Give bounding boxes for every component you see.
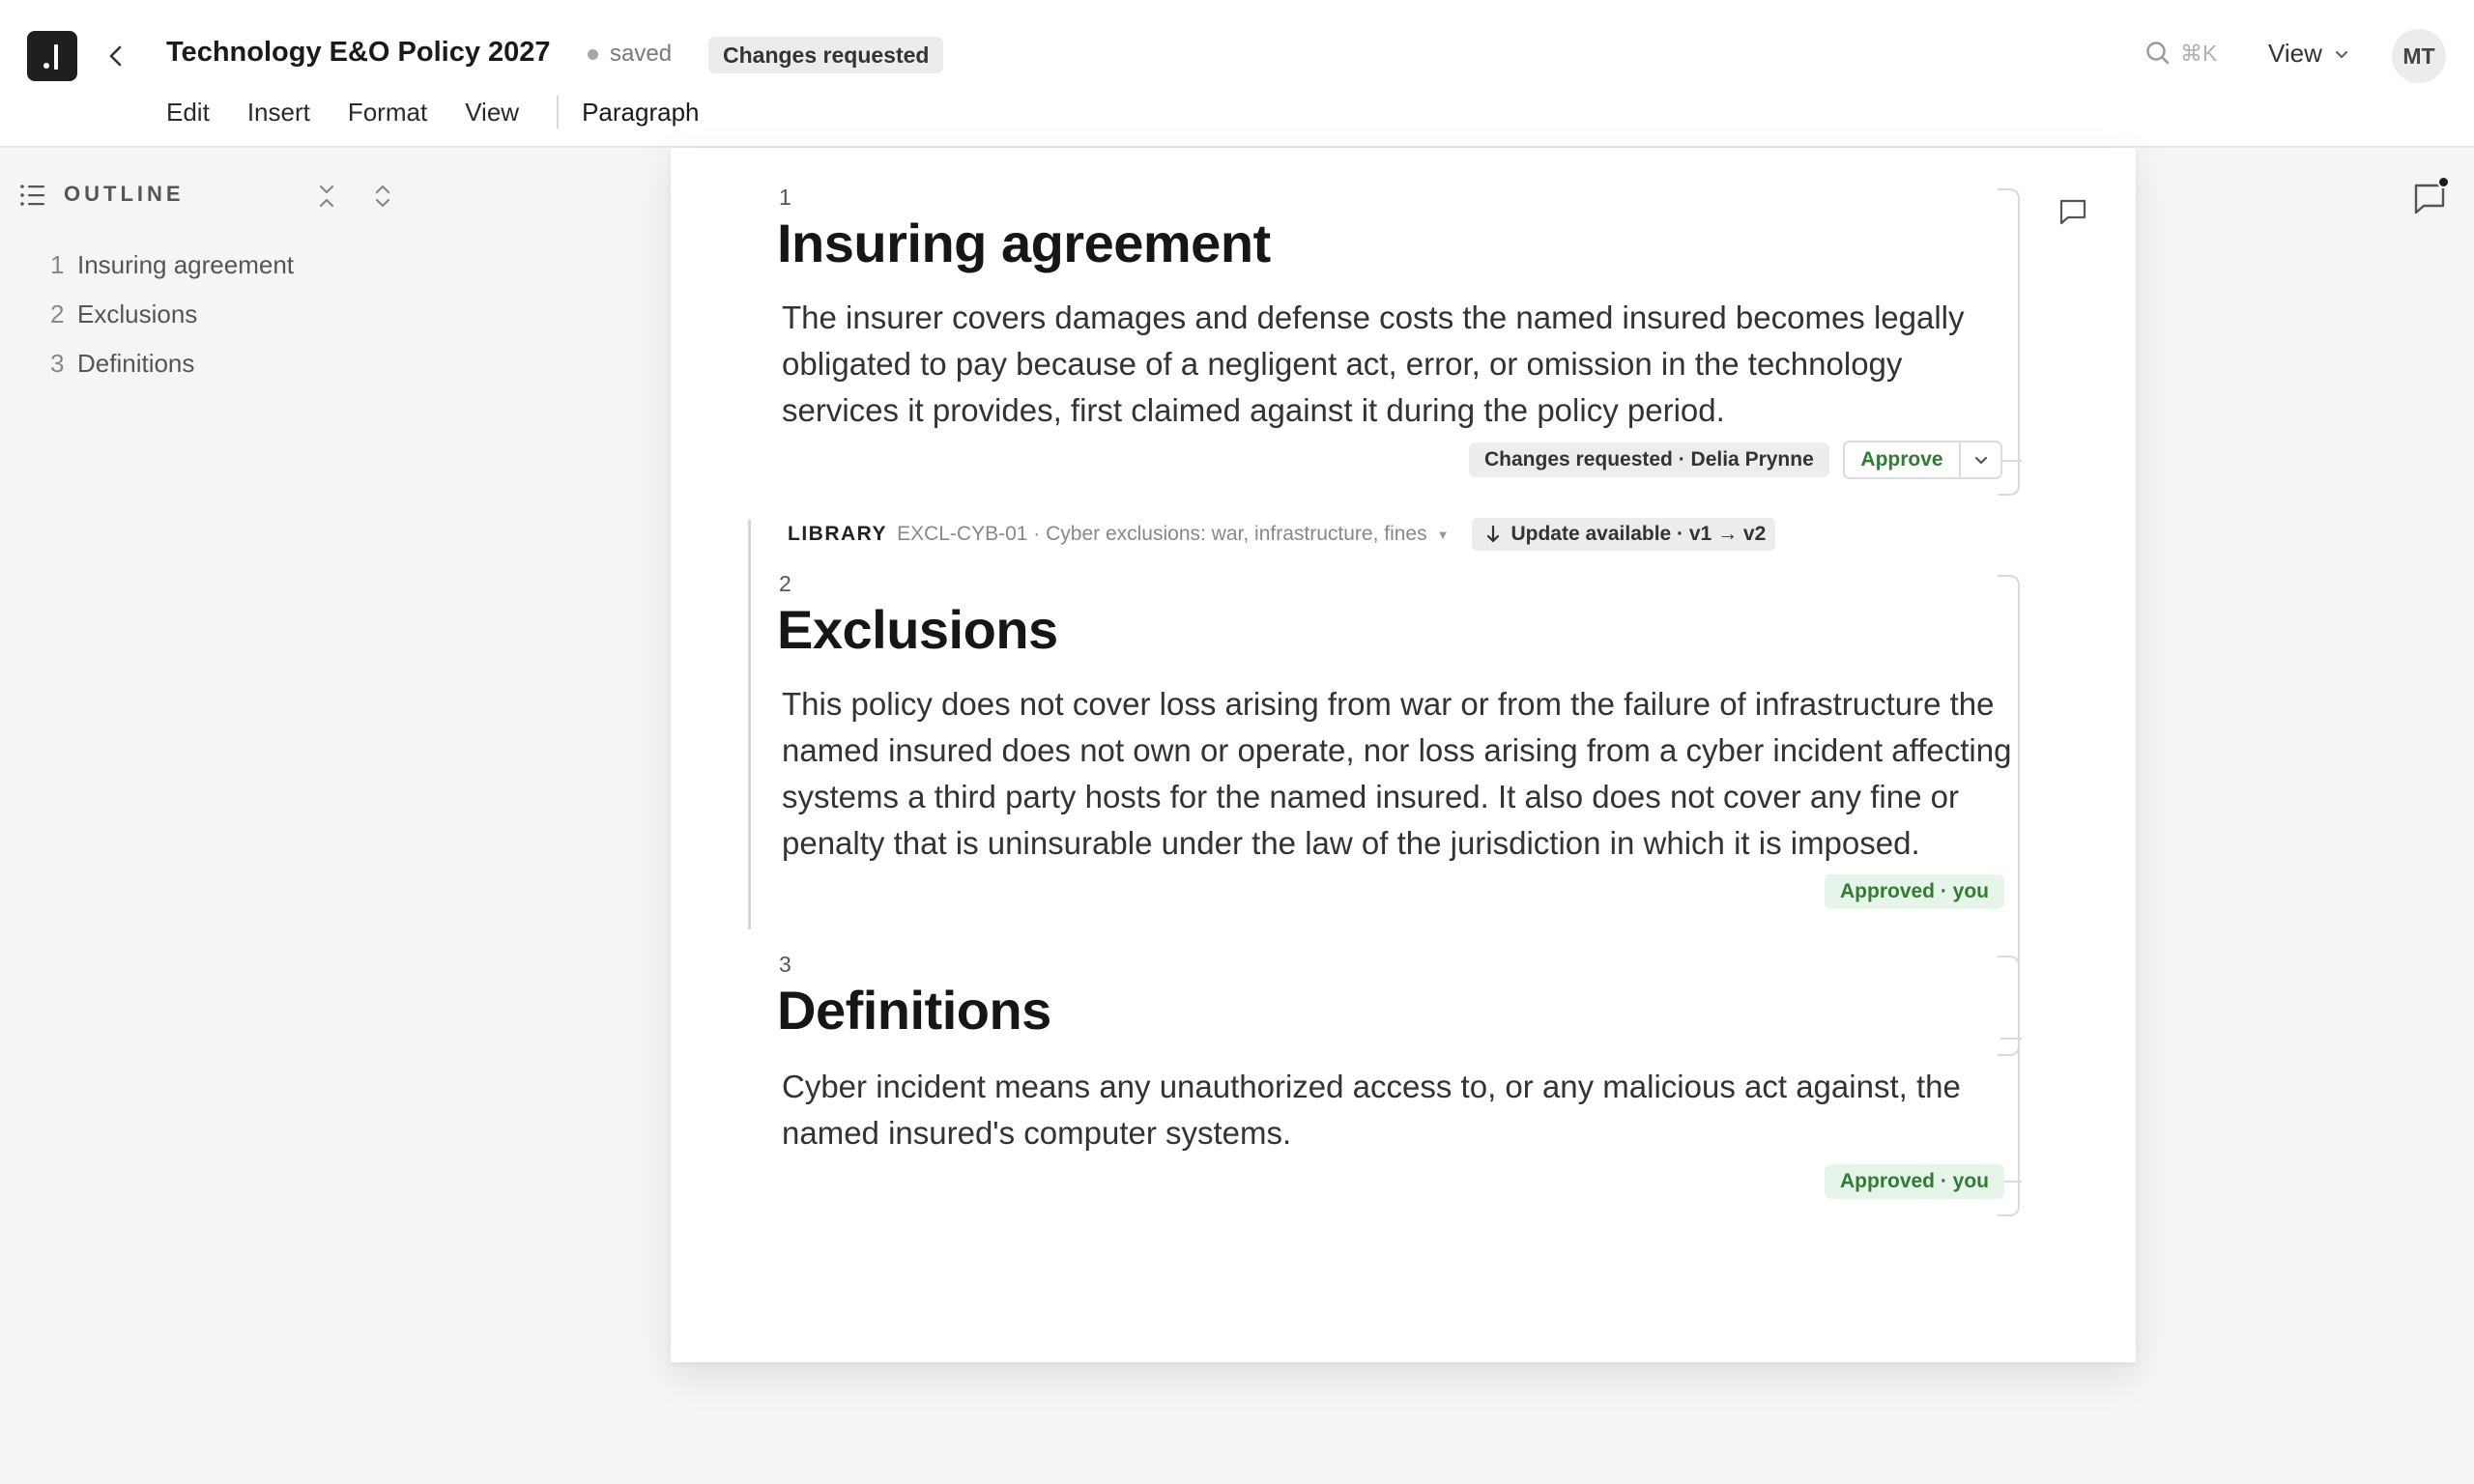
section-number: 2 [779, 571, 791, 596]
outline-item-definitions[interactable]: 3 Definitions [50, 346, 294, 395]
section-number: 1 [779, 185, 791, 210]
unread-indicator [2437, 176, 2450, 188]
library-clause-bar: LIBRARY EXCL-CYB-01 · Cyber exclusions: … [788, 517, 1776, 552]
add-comment-icon[interactable] [2057, 196, 2089, 229]
outline-item-number: 3 [50, 349, 65, 378]
menu-view[interactable]: View [465, 98, 519, 128]
outline-header: OUTLINE [19, 178, 406, 213]
section-number: 3 [779, 952, 791, 977]
section-body[interactable]: This policy does not cover loss arising … [782, 681, 2014, 867]
menu-insert[interactable]: Insert [247, 98, 310, 128]
save-dot-icon [588, 48, 598, 60]
menu-format[interactable]: Format [348, 98, 427, 128]
outline-item-number: 1 [50, 250, 65, 279]
view-dropdown-label: View [2268, 39, 2322, 68]
outline-item-insuring-agreement[interactable]: 1 Insuring agreement [50, 247, 294, 297]
chevron-down-icon [1974, 456, 1987, 465]
outline-item-exclusions[interactable]: 2 Exclusions [50, 297, 294, 346]
menu-bar: Edit Insert Format View Paragraph [166, 96, 700, 128]
menu-edit[interactable]: Edit [166, 98, 210, 128]
section-heading[interactable]: Insuring agreement [777, 212, 1271, 274]
section-body[interactable]: Cyber incident means any unauthorized ac… [782, 1064, 1999, 1156]
outline-item-label: Insuring agreement [77, 250, 295, 279]
outline-list: 1 Insuring agreement 2 Exclusions 3 Defi… [50, 247, 294, 395]
library-clause-reference[interactable]: EXCL-CYB-01 · Cyber exclusions: war, inf… [897, 523, 1427, 546]
save-status-text: saved [610, 41, 673, 67]
section-heading[interactable]: Definitions [777, 979, 1051, 1042]
list-icon [20, 185, 44, 206]
save-status: saved [588, 41, 672, 68]
outline-title: OUTLINE [64, 182, 185, 206]
back-button[interactable] [101, 39, 131, 73]
expand-all-icon[interactable] [369, 182, 396, 211]
approved-badge: Approved · you [1825, 874, 2005, 909]
library-label: LIBRARY [788, 523, 888, 545]
outline-item-number: 2 [50, 300, 65, 328]
menu-divider [557, 96, 560, 128]
view-dropdown[interactable]: View [2268, 39, 2351, 69]
user-avatar[interactable]: MT [2392, 29, 2446, 83]
top-header: Technology E&O Policy 2027 saved Changes… [0, 0, 2474, 148]
approve-options-button[interactable] [1959, 442, 2000, 477]
section-body[interactable]: The insurer covers damages and defense c… [782, 295, 2009, 434]
approve-button[interactable]: Approve [1845, 442, 1959, 477]
search-icon [2146, 42, 2170, 65]
block-style-selector[interactable]: Paragraph [582, 98, 699, 128]
search-button[interactable]: ⌘K [2143, 39, 2217, 68]
arrow-down-icon [1487, 525, 1500, 543]
outline-item-label: Definitions [77, 349, 195, 378]
section-bracket-tick [2000, 460, 2022, 462]
document-title[interactable]: Technology E&O Policy 2027 [166, 37, 551, 69]
approve-split-button: Approve [1843, 441, 2002, 479]
chevron-left-icon [109, 45, 122, 67]
outline-item-label: Exclusions [77, 300, 198, 328]
caret-down-icon[interactable]: ▼ [1437, 528, 1450, 542]
document-status-badge: Changes requested [708, 37, 944, 73]
review-status-badge: Changes requested · Delia Prynne [1469, 442, 1829, 477]
chevron-down-icon [2335, 50, 2347, 58]
app-logo-icon[interactable] [27, 31, 77, 81]
section-heading[interactable]: Exclusions [777, 598, 1058, 661]
approved-badge: Approved · you [1825, 1164, 2005, 1199]
search-shortcut: ⌘K [2180, 40, 2218, 66]
library-block-rail [748, 520, 751, 929]
library-update-button[interactable]: Update available · v1 → v2 [1472, 518, 1776, 551]
library-update-label: Update available · v1 → v2 [1510, 523, 1767, 545]
collapse-all-icon[interactable] [313, 182, 340, 211]
document-page: 1 Insuring agreement The insurer covers … [671, 148, 2136, 1362]
